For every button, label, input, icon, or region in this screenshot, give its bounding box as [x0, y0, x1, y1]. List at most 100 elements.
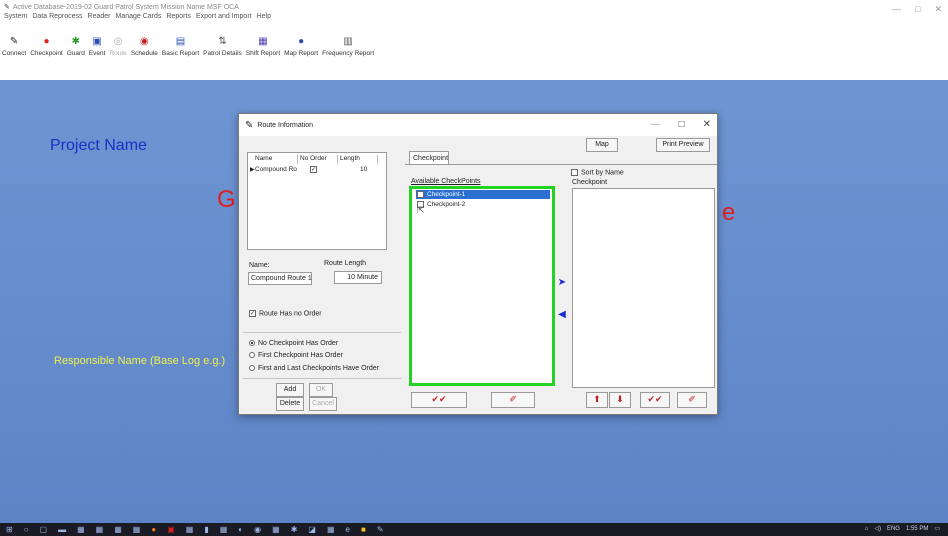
ok-button[interactable]: OK [309, 383, 333, 397]
uncheck-all-button[interactable]: ✐ [491, 392, 535, 408]
column-header-length[interactable]: Length [338, 155, 378, 164]
dialog-close-button[interactable]: ✕ [703, 119, 711, 130]
window-controls: — □ ✕ [892, 4, 942, 15]
dialog-minimize-button[interactable]: — [651, 119, 661, 130]
move-down-button[interactable]: ⬇ [609, 392, 631, 408]
right-check-all-button[interactable]: ✔✔ [640, 392, 670, 408]
toolbar-basic-report-button[interactable]: ▤ Basic Report [162, 26, 199, 60]
move-up-button[interactable]: ⬆ [586, 392, 608, 408]
menu-export-import[interactable]: Export and Import [196, 13, 252, 23]
taskbar-app-icon[interactable]: ◪ [308, 525, 316, 534]
taskbar-app-icon[interactable]: ▦ [186, 525, 194, 534]
print-preview-button[interactable]: Print Preview [656, 138, 710, 152]
toolbar-label: Guard [66, 50, 85, 57]
window-title: Active Database-2019-02 Guard Patrol Sys… [12, 3, 239, 11]
start-button-icon[interactable]: ⊞ [6, 525, 13, 534]
taskbar-app-icon[interactable]: ▬ [58, 525, 66, 534]
menu-system[interactable]: System [4, 13, 27, 23]
route-has-no-order-label: Route Has no Order [259, 310, 322, 318]
add-button[interactable]: Add [276, 383, 304, 397]
dialog-title-bar: ✎ Route Information [239, 114, 717, 136]
clock[interactable]: 1:55 PM [906, 526, 928, 532]
map-button[interactable]: Map [586, 138, 618, 152]
dialog-maximize-button[interactable]: □ [679, 119, 685, 130]
right-uncheck-all-button[interactable]: ✐ [677, 392, 707, 408]
row-length: 10 [360, 166, 368, 173]
taskbar-app-icon[interactable]: ▦ [327, 525, 335, 534]
maximize-button[interactable]: □ [915, 4, 920, 15]
taskbar-app-icon[interactable]: ▦ [96, 525, 104, 534]
taskbar-app-icon[interactable]: ▦ [220, 525, 228, 534]
guard-icon: ✱ [71, 36, 80, 47]
network-icon[interactable]: ⌂ [865, 526, 869, 532]
taskbar-app-icon[interactable]: ◉ [254, 525, 261, 534]
order-option-label: No Checkpoint Has Order [258, 340, 339, 347]
toolbar-guard-button[interactable]: ✱ Guard [67, 26, 85, 60]
toolbar-label: Event [88, 50, 106, 57]
event-icon: ▣ [92, 36, 102, 47]
sort-by-name-checkbox[interactable]: Sort by Name [571, 169, 624, 176]
taskbar-app-icon[interactable]: ▦ [272, 525, 280, 534]
check-all-button[interactable]: ✔✔ [411, 392, 467, 408]
remove-checkpoint-arrow-button[interactable]: ◀ [556, 308, 568, 322]
app-logo-icon: ✎ [4, 4, 10, 11]
cancel-button[interactable]: Cancel [309, 397, 337, 411]
search-icon[interactable]: ○ [24, 525, 29, 534]
order-option-none[interactable]: No Checkpoint Has Order [249, 340, 338, 347]
toolbar-route-button[interactable]: ◎ Route [109, 26, 126, 60]
taskbar-app-icon[interactable]: ▦ [114, 525, 122, 534]
toolbar-checkpoint-button[interactable]: ● Checkpoint [30, 26, 63, 60]
tab-checkpoint[interactable]: Checkpoint [409, 151, 449, 165]
delete-button[interactable]: Delete [276, 397, 304, 411]
taskbar-app-icon[interactable]: ● [151, 525, 156, 534]
route-checkpoints-list[interactable] [572, 188, 715, 388]
radio-selected-icon [249, 340, 255, 347]
toolbar-patrol-details-button[interactable]: ⇅ Patrol Details [203, 26, 242, 60]
toolbar-shift-report-button[interactable]: ▦ Shift Report [246, 26, 280, 60]
route-length-field[interactable]: 10 Minute [334, 271, 382, 284]
order-option-first-last[interactable]: First and Last Checkpoints Have Order [249, 365, 379, 372]
toolbar-map-report-button[interactable]: ● Map Report [284, 26, 318, 60]
row-no-order-checkbox[interactable]: ✓ [308, 166, 328, 176]
checkpoint-1-checkbox[interactable]: ✓ [417, 190, 424, 198]
language-indicator[interactable]: ENG [887, 526, 900, 532]
toolbar-label: Schedule [130, 50, 158, 57]
column-header-name[interactable]: Name [253, 155, 298, 164]
taskbar-app-icon[interactable]: ◐ [238, 525, 243, 534]
table-row[interactable]: Compound Ro [253, 166, 298, 176]
menu-help[interactable]: Help [257, 13, 271, 23]
list-item[interactable]: ✓ Checkpoint-1 [416, 190, 550, 199]
minimize-button[interactable]: — [892, 4, 901, 15]
menu-reader[interactable]: Reader [88, 13, 111, 23]
menu-manage-cards[interactable]: Manage Cards [116, 13, 162, 23]
taskbar-app-icon[interactable]: ■ [361, 525, 366, 534]
route-has-no-order-checkbox[interactable]: ✓ Route Has no Order [249, 310, 322, 317]
taskbar-app-icon[interactable]: e [346, 525, 350, 534]
toolbar-schedule-button[interactable]: ◉ Schedule [131, 26, 158, 60]
order-option-label: First and Last Checkpoints Have Order [258, 365, 379, 372]
toolbar-event-button[interactable]: ▣ Event [89, 26, 106, 60]
taskbar-app-icon[interactable]: ✎ [377, 525, 384, 534]
route-name-field[interactable]: Compound Route 1 [248, 272, 312, 285]
taskbar-app-icon[interactable]: ▣ [167, 525, 175, 534]
menu-reports[interactable]: Reports [166, 13, 191, 23]
window-title-bar: ✎ Active Database-2019-02 Guard Patrol S… [4, 2, 239, 12]
volume-icon[interactable]: ◁) [874, 525, 881, 532]
taskbar-app-icon[interactable]: ▮ [204, 525, 208, 534]
pencil-icon: ✎ [9, 36, 19, 47]
taskbar-app-icon[interactable]: ✱ [291, 525, 298, 534]
close-button[interactable]: ✕ [934, 4, 942, 15]
taskbar-app-icon[interactable]: ▦ [77, 525, 85, 534]
taskbar: ⊞ ○ ▢ ▬ ▦ ▦ ▦ ▦ ● ▣ ▦ ▮ ▦ ◐ ◉ ▦ ✱ ◪ ▦ e … [0, 523, 948, 536]
task-view-icon[interactable]: ▢ [40, 525, 48, 534]
toolbar-connect-button[interactable]: ✎ Connect [2, 26, 26, 60]
taskbar-app-icon[interactable]: ▦ [133, 525, 141, 534]
menu-data-reprocess[interactable]: Data Reprocess [32, 13, 82, 23]
add-checkpoint-arrow-button[interactable]: ➤ [556, 276, 568, 290]
notifications-icon[interactable]: ▭ [934, 525, 940, 532]
column-header-no-order[interactable]: No Order [298, 155, 338, 164]
route-length-label: Route Length [324, 260, 367, 267]
order-option-first[interactable]: First Checkpoint Has Order [249, 352, 343, 359]
name-label: Name: [249, 262, 270, 269]
toolbar-frequency-report-button[interactable]: ▥ Frequency Report [322, 26, 374, 60]
